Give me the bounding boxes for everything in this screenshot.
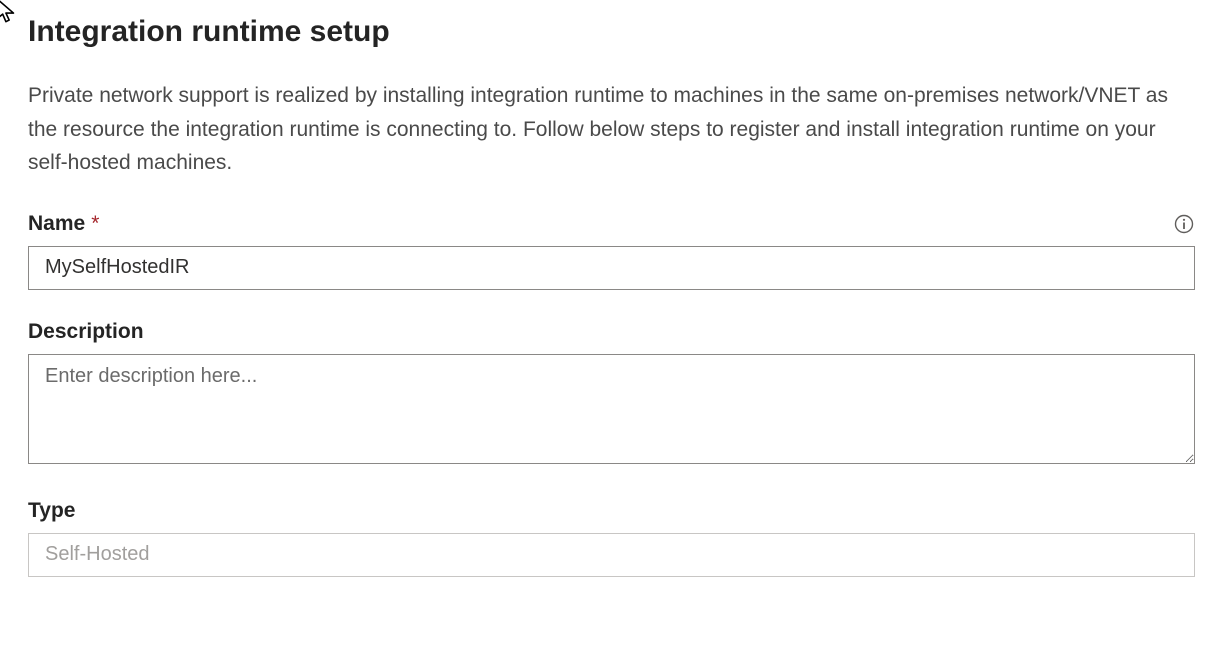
intro-description: Private network support is realized by i… [28,79,1195,180]
page-title: Integration runtime setup [28,12,1195,51]
description-field-group: Description [28,320,1195,469]
name-label: Name * [28,212,99,236]
description-label: Description [28,320,144,344]
type-label: Type [28,499,75,523]
name-input[interactable] [28,246,1195,290]
info-icon[interactable] [1173,213,1195,235]
required-star: * [91,212,99,236]
description-textarea[interactable] [28,354,1195,464]
name-field-group: Name * [28,212,1195,290]
type-field-group: Type [28,499,1195,577]
type-input [28,533,1195,577]
name-label-text: Name [28,212,85,236]
setup-panel: Integration runtime setup Private networ… [0,0,1223,635]
